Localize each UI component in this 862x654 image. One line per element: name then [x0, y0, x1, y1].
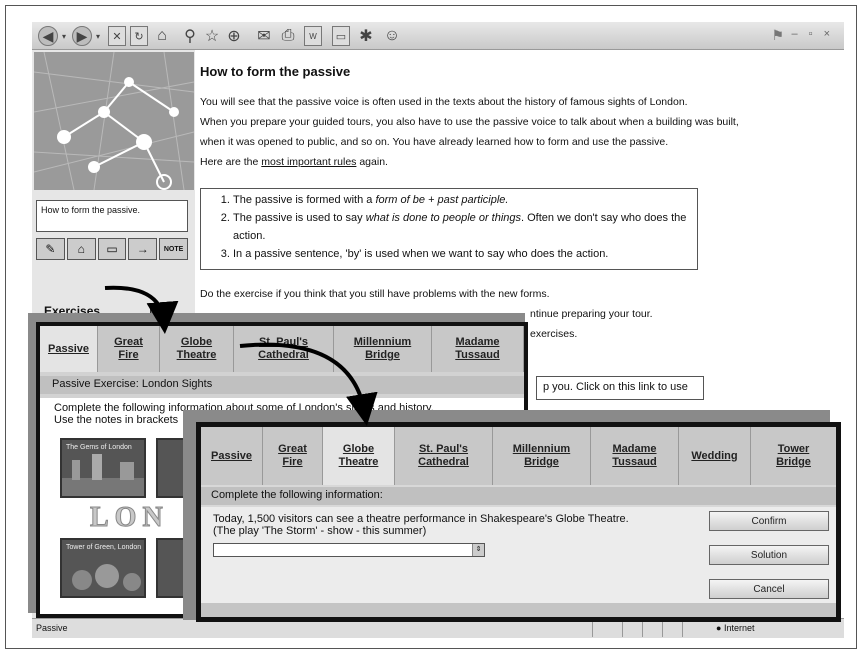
history-icon[interactable]: ⊕	[224, 26, 244, 46]
tab-st-pauls-cathedral[interactable]: St. Paul's Cathedral	[234, 326, 334, 372]
nav-icon-bar: ✎ ⌂ ▭ → NOTE	[36, 238, 188, 260]
solution-button[interactable]: Solution	[709, 545, 829, 565]
rule-item: The passive is used to say what is done …	[233, 209, 689, 245]
print-icon[interactable]: ⎙	[278, 26, 298, 46]
status-divider	[622, 621, 623, 637]
status-zone: ● Internet	[716, 623, 755, 633]
partial-text: exercises.	[530, 328, 578, 340]
forward-dropdown-icon[interactable]: ▾	[93, 26, 103, 46]
london-banner-text: LON	[90, 502, 169, 534]
tab-passive[interactable]: Passive	[201, 427, 263, 485]
tab-globe-theatre[interactable]: Globe Theatre	[160, 326, 234, 372]
rule-text: The passive is used to say	[233, 212, 366, 224]
research-icon[interactable]: ✱	[356, 26, 376, 46]
exercise-subtitle: Complete the following information:	[201, 487, 836, 505]
tab-st-pauls-cathedral[interactable]: St. Paul's Cathedral	[395, 427, 493, 485]
forward-icon[interactable]: ▶	[72, 26, 92, 46]
tab-globe-theatre[interactable]: Globe Theatre	[323, 427, 395, 485]
rules-box: The passive is formed with a form of be …	[200, 188, 698, 270]
intro-line: You will see that the passive voice is o…	[200, 96, 688, 108]
tab-madame-tussaud[interactable]: Madame Tussaud	[591, 427, 679, 485]
home-icon[interactable]: ⌂	[152, 26, 172, 46]
discuss-icon[interactable]: ▭	[332, 26, 350, 46]
status-divider	[662, 621, 663, 637]
messenger-icon[interactable]: ☺	[382, 26, 402, 46]
note-icon[interactable]: NOTE	[159, 238, 188, 260]
rules-link[interactable]: most important rules	[261, 156, 356, 168]
london-map-image	[34, 52, 194, 190]
intro-paragraph: You will see that the passive voice is o…	[200, 92, 820, 172]
rules-list: The passive is formed with a form of be …	[215, 191, 689, 263]
confirm-button[interactable]: Confirm	[709, 511, 829, 531]
rules-line-text: again.	[356, 156, 388, 168]
edit-icon[interactable]: W	[304, 26, 322, 46]
status-text: Passive	[36, 623, 68, 633]
tab-millennium-bridge[interactable]: Millennium Bridge	[334, 326, 432, 372]
exercise-subtitle: Passive Exercise: London Sights	[40, 376, 524, 394]
spin-icon[interactable]: ⇕	[472, 544, 484, 556]
question-hint: (The play 'The Storm' - show - this summ…	[213, 525, 427, 537]
exercise-tabs: Passive Great Fire Globe Theatre St. Pau…	[201, 427, 836, 485]
exercise-footer	[201, 603, 836, 617]
tab-passive[interactable]: Passive	[40, 326, 98, 372]
exercise-instruction: Do the exercise if you think that you st…	[200, 288, 550, 300]
intro-line: when it was opened to public, and so on.…	[200, 136, 669, 148]
map-network-graphic	[34, 52, 194, 190]
partial-text: ntinue preparing your tour.	[530, 308, 653, 320]
back-icon[interactable]: ◀	[38, 26, 58, 46]
tool-icon[interactable]: ✎	[36, 238, 65, 260]
tab-wedding[interactable]: Wedding	[679, 427, 751, 485]
page-title: How to form the passive	[200, 64, 351, 79]
status-divider	[592, 621, 593, 637]
search-icon[interactable]: ⚲	[180, 26, 200, 46]
tab-millennium-bridge[interactable]: Millennium Bridge	[493, 427, 591, 485]
sight-photo: The Gems of London	[60, 438, 146, 498]
favorites-icon[interactable]: ☆	[202, 26, 222, 46]
exercise-body: Today, 1,500 visitors can see a theatre …	[201, 507, 836, 603]
rules-line-text: Here are the	[200, 156, 262, 168]
answer-input[interactable]: ⇕	[213, 543, 485, 557]
window-controls[interactable]: – ▫ ×	[791, 28, 834, 40]
browser-toolbar: ◀ ▾ ▶ ▾ ✕ ↻ ⌂ ⚲ ☆ ⊕ ✉ ⎙ W ▭ ✱ ☺ ⚑ – ▫ ×	[32, 22, 844, 50]
tab-madame-tussaud[interactable]: Madame Tussaud	[432, 326, 524, 372]
status-divider	[682, 621, 683, 637]
photo-caption: The Gems of London	[66, 444, 132, 451]
current-page-label: How to form the passive.	[36, 200, 188, 232]
back-dropdown-icon[interactable]: ▾	[59, 26, 69, 46]
home-nav-icon[interactable]: ⌂	[66, 238, 96, 260]
question-line: Today, 1,500 visitors can see a theatre …	[213, 513, 629, 525]
exercise-window-globe-theatre: Passive Great Fire Globe Theatre St. Pau…	[196, 422, 841, 622]
tab-tower-bridge[interactable]: Tower Bridge	[751, 427, 836, 485]
info-link-box[interactable]: p you. Click on this link to use	[536, 376, 704, 400]
status-divider	[642, 621, 643, 637]
folder-icon[interactable]: ▭	[97, 238, 127, 260]
exercise-question: Today, 1,500 visitors can see a theatre …	[213, 513, 693, 537]
rule-item: In a passive sentence, 'by' is used when…	[233, 245, 689, 263]
refresh-icon[interactable]: ↻	[130, 26, 148, 46]
mail-icon[interactable]: ✉	[254, 26, 274, 46]
rule-text: The passive is formed with a	[233, 194, 376, 206]
rule-item: The passive is formed with a form of be …	[233, 191, 689, 209]
stop-icon[interactable]: ✕	[108, 26, 126, 46]
sight-photo: Tower of Green, London	[60, 538, 146, 598]
photo-caption: Tower of Green, London	[66, 544, 142, 551]
rule-emphasis: form of be + past participle.	[375, 194, 509, 206]
cancel-button[interactable]: Cancel	[709, 579, 829, 599]
arrow-icon[interactable]: →	[128, 238, 158, 260]
intro-line: When you prepare your guided tours, you …	[200, 116, 739, 128]
rule-emphasis: what is done to people or things	[365, 212, 522, 224]
tab-great-fire[interactable]: Great Fire	[98, 326, 160, 372]
windows-logo-icon: ⚑	[771, 27, 784, 43]
exercise-tabs: Passive Great Fire Globe Theatre St. Pau…	[40, 326, 524, 372]
tab-great-fire[interactable]: Great Fire	[263, 427, 323, 485]
status-zone-label: Internet	[723, 623, 755, 633]
rules-line: Here are the most important rules again.	[200, 152, 820, 172]
